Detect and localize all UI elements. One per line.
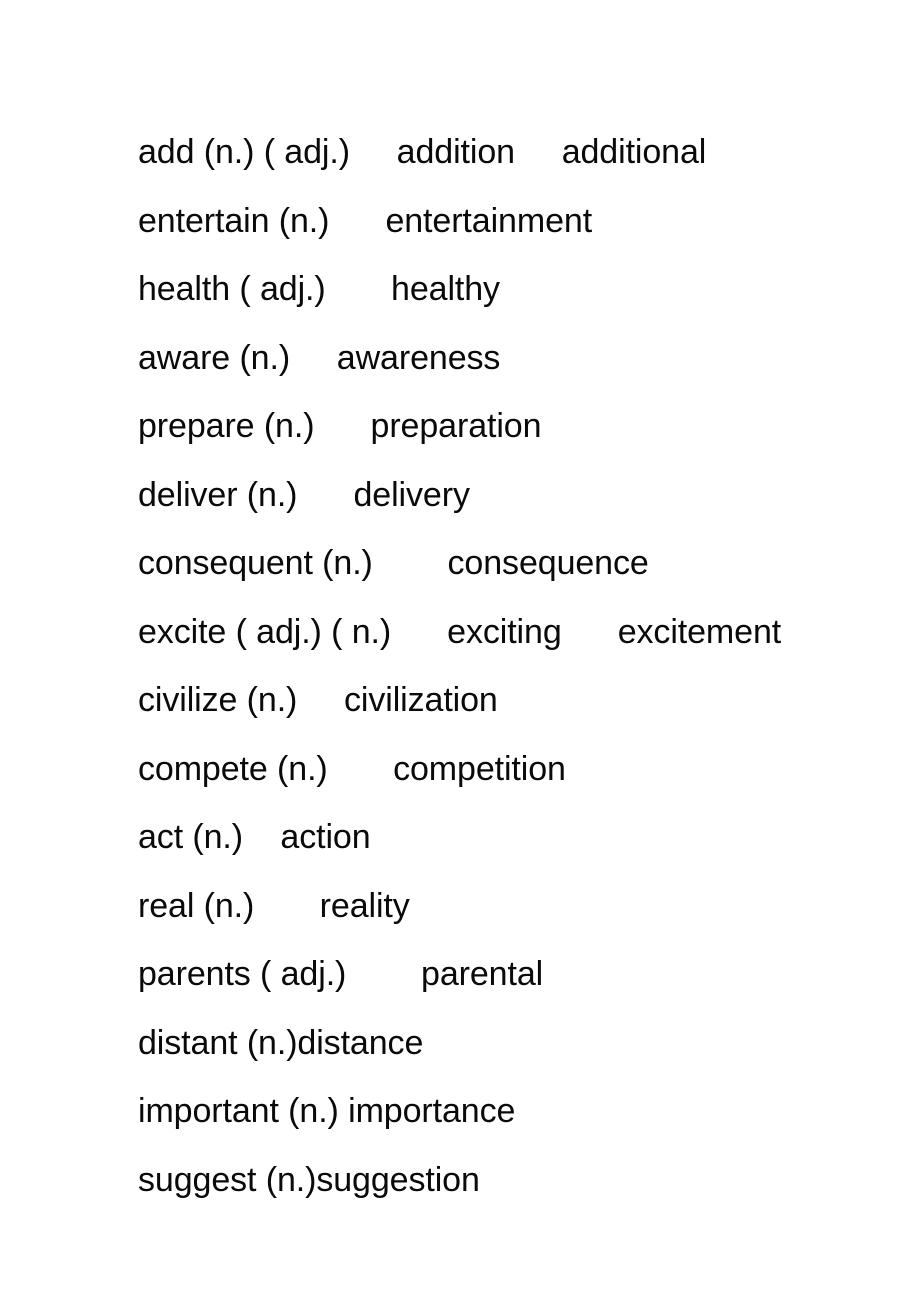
- word-entry-row: aware (n.) awareness: [138, 338, 501, 377]
- word-entry-row: add (n.) ( adj.) addition additional: [138, 133, 707, 171]
- word-entry-row: civilize (n.) civilization: [138, 681, 498, 719]
- word-entry-row: real (n.) reality: [138, 886, 410, 925]
- word-entry-row: parents ( adj.) parental: [138, 955, 544, 993]
- document-page: add (n.) ( adj.) addition additional ent…: [0, 0, 920, 1303]
- word-entry-row: deliver (n.) delivery: [138, 475, 470, 514]
- word-entry-row: prepare (n.) preparation: [138, 407, 542, 445]
- word-entry-row: suggest (n.)suggestion: [138, 1160, 480, 1199]
- word-formation-list: add (n.) ( adj.) addition additional ent…: [138, 118, 860, 1214]
- word-entry-row: consequent (n.) consequence: [138, 544, 649, 582]
- word-entry-row: entertain (n.) entertainment: [138, 201, 593, 240]
- word-entry-row: important (n.) importance: [138, 1092, 516, 1130]
- word-entry-row: distant (n.)distance: [138, 1023, 424, 1062]
- word-entry-row: health ( adj.) healthy: [138, 270, 500, 308]
- word-entry-row: excite ( adj.) ( n.) exciting excitement: [138, 612, 782, 651]
- word-entry-row: act (n.) action: [138, 818, 371, 856]
- word-entry-row: compete (n.) competition: [138, 749, 566, 788]
